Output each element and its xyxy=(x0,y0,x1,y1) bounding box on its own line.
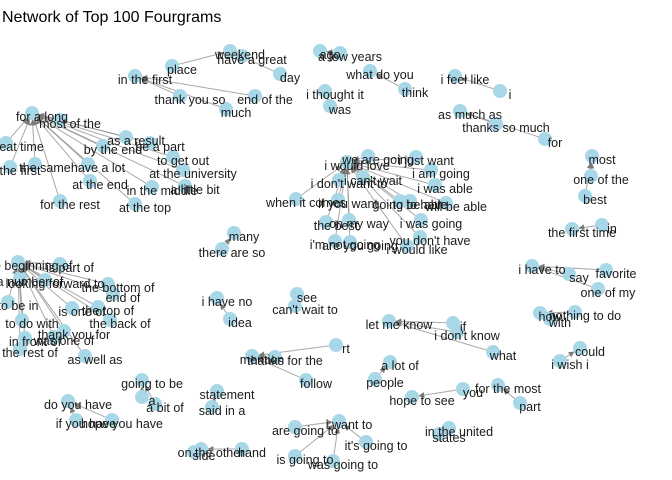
chart-title: Network of Top 100 Fourgrams xyxy=(2,9,221,26)
node-label: at the end xyxy=(72,178,128,192)
node-label: great time xyxy=(0,140,44,154)
node-label: to get out xyxy=(157,154,210,168)
node-label: people xyxy=(366,376,404,390)
node-label: do you have xyxy=(44,398,112,412)
node-label: i feel like xyxy=(441,73,490,87)
node-label: are going to xyxy=(272,424,338,438)
node-label: statement xyxy=(200,388,255,402)
node-label: favorite xyxy=(596,267,637,281)
node-label: in xyxy=(607,222,617,236)
node-label: to be in xyxy=(0,299,39,313)
node-label: said in a xyxy=(199,404,246,418)
node-label: part xyxy=(519,400,541,414)
node-label: i wish i xyxy=(551,358,589,372)
node-label: say xyxy=(569,271,589,285)
node-label: end of the xyxy=(237,93,293,107)
node-label: a lot of xyxy=(381,359,419,373)
labels-layer: weekendhave a greatdayplaceagoa few year… xyxy=(0,48,637,472)
node-label: in the middle xyxy=(127,184,198,198)
node-label: going to be xyxy=(121,377,183,391)
node-label: for the most xyxy=(475,382,542,396)
node-label: i have to xyxy=(518,263,565,277)
node-label: i was able xyxy=(417,182,473,196)
node-label: what xyxy=(489,349,517,363)
node-label: many xyxy=(229,230,260,244)
node-label: for the rest xyxy=(40,198,100,212)
node-label: i am going xyxy=(412,167,470,181)
node-label: one of the xyxy=(573,173,629,187)
node-label: let me know xyxy=(366,318,434,332)
node-label: can't wait to xyxy=(272,303,338,317)
node-label: one of my xyxy=(581,286,637,300)
node-label: i would like xyxy=(386,243,447,257)
node-label: was going to xyxy=(307,458,378,472)
node-label: the best xyxy=(314,219,359,233)
node-label: at the university xyxy=(149,167,237,181)
node-label: thanks for the xyxy=(247,354,323,368)
node-label: what do you xyxy=(345,68,413,82)
node-label: most xyxy=(588,153,616,167)
node-label: i thought it xyxy=(306,88,364,102)
node-label: a bit of xyxy=(146,401,184,415)
node-label: i just want xyxy=(398,154,454,168)
node-label: i was going xyxy=(400,217,463,231)
node-label: in the first xyxy=(118,73,173,87)
node xyxy=(329,338,343,352)
node-label: the rest of xyxy=(2,346,58,360)
node-label: as well as xyxy=(68,353,123,367)
node-label: the same xyxy=(19,161,70,175)
node-label: i xyxy=(509,88,512,102)
node-label: states xyxy=(432,431,465,445)
node-label: think xyxy=(402,86,429,100)
node-label: with xyxy=(548,316,571,330)
node-label: going to have xyxy=(372,198,447,212)
node-label: thanks so much xyxy=(462,121,550,135)
node-label: i can't wait xyxy=(344,174,402,188)
node-label: i have no xyxy=(202,295,253,309)
node-label: there are so xyxy=(199,246,266,260)
node-label: rt xyxy=(342,342,350,356)
node-label: best xyxy=(583,193,607,207)
node-label: idea xyxy=(228,316,252,330)
node-label: hope you have xyxy=(81,417,163,431)
node xyxy=(493,84,507,98)
node-label: was xyxy=(328,103,351,117)
node-label: much xyxy=(221,106,252,120)
node-label: have a lot xyxy=(71,161,126,175)
node-label: if you want xyxy=(318,197,378,211)
node-label: end of xyxy=(106,291,141,305)
node-label: by the end xyxy=(84,143,142,157)
node-label: hand xyxy=(238,446,266,460)
node-label: is part of xyxy=(46,261,94,275)
node-label: i don't know xyxy=(434,329,501,343)
node-label: most of the xyxy=(39,117,101,131)
node-label: have a great xyxy=(217,53,287,67)
node-label: thank you so xyxy=(155,93,226,107)
node-label: it's going to xyxy=(345,439,408,453)
edge xyxy=(565,351,575,358)
network-chart: Network of Top 100 Fourgrams weekendhave… xyxy=(0,9,637,472)
node-label: be a part xyxy=(135,140,185,154)
node-label: follow xyxy=(300,377,333,391)
node-label: day xyxy=(280,71,301,85)
node-label: as much as xyxy=(438,108,502,122)
node-label: could xyxy=(575,345,605,359)
node-label: for xyxy=(548,136,563,150)
node-label: a few years xyxy=(318,50,382,64)
node-label: the first time xyxy=(548,226,616,240)
node-label: at the top xyxy=(119,201,171,215)
node-label: hope to see xyxy=(389,394,454,408)
node-label: side xyxy=(193,449,216,463)
